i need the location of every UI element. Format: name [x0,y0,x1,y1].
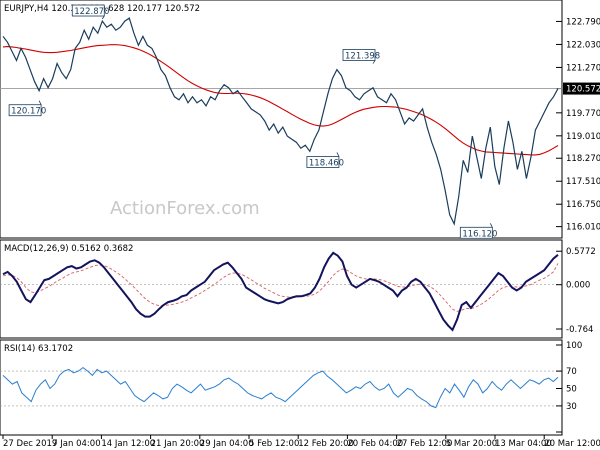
chart-root: ActionForex.com EURJPY,H4 120.347 120.62… [0,0,600,450]
rsi-tick-label: 100 [566,341,582,351]
rsi-title: RSI(14) 63.1702 [4,344,73,354]
price-axis: 122.790 122.030 121.270 120.572 119.770 119.0… [563,17,600,233]
rsi-tick-label: 50 [566,385,577,395]
watermark: ActionForex.com [110,198,260,219]
price-tick-label: 122.030 [566,40,600,50]
annotation-label: 118.460 [309,158,344,168]
rsi-tick-label: 70 [566,367,577,377]
price-tick-label: 118.270 [566,154,600,164]
macd-tick-label: 0.000 [566,281,590,291]
x-tick-label: 5 Mar 20:00 [446,439,497,449]
x-tick-label: 7 Jan 04:00 [52,439,100,449]
x-tick-label: 29 Jan 04:00 [200,439,254,449]
x-tick-label: 14 Jan 12:00 [101,439,155,449]
x-tick-label: 5 Feb 12:00 [249,439,299,449]
macd-panel-frame [0,239,563,339]
price-panel-frame [0,0,563,239]
annotation-label: 120.170 [11,107,46,117]
x-tick-label: 20 Mar 12:00 [544,439,600,449]
price-tick-label: 119.770 [566,109,600,119]
x-tick-label: 12 Feb 20:00 [298,439,354,449]
price-tick-label: 117.510 [566,177,600,187]
price-tick-label: 121.270 [566,63,600,73]
chart-svg: ActionForex.com EURJPY,H4 120.347 120.62… [0,0,600,449]
x-tick-label: 21 Jan 20:00 [151,439,205,449]
time-axis: 27 Dec 20197 Jan 04:00 14 Jan 12:0021 Jan… [2,435,600,449]
price-tick-label: 122.790 [566,17,600,27]
x-tick-label: 27 Dec 2019 [3,439,57,449]
current-price-label: 120.572 [566,85,600,95]
x-tick-label: 20 Feb 04:00 [347,439,403,449]
annotation-label: 121.398 [345,52,380,62]
macd-tick-label: -0.764 [566,325,593,335]
rsi-tick-label: 30 [566,402,577,412]
annotation-label: 122.870 [74,7,109,17]
price-tick-label: 116.750 [566,200,600,210]
x-tick-label: 27 Feb 12:00 [397,439,453,449]
rsi-panel-frame [0,339,563,436]
annotation-label: 116.120 [462,229,497,239]
price-tick-label: 119.010 [566,132,600,142]
price-tick-label: 116.010 [566,223,600,233]
macd-title: MACD(12,26,9) 0.5162 0.3682 [4,244,133,254]
macd-tick-label: 0.5772 [566,247,596,257]
